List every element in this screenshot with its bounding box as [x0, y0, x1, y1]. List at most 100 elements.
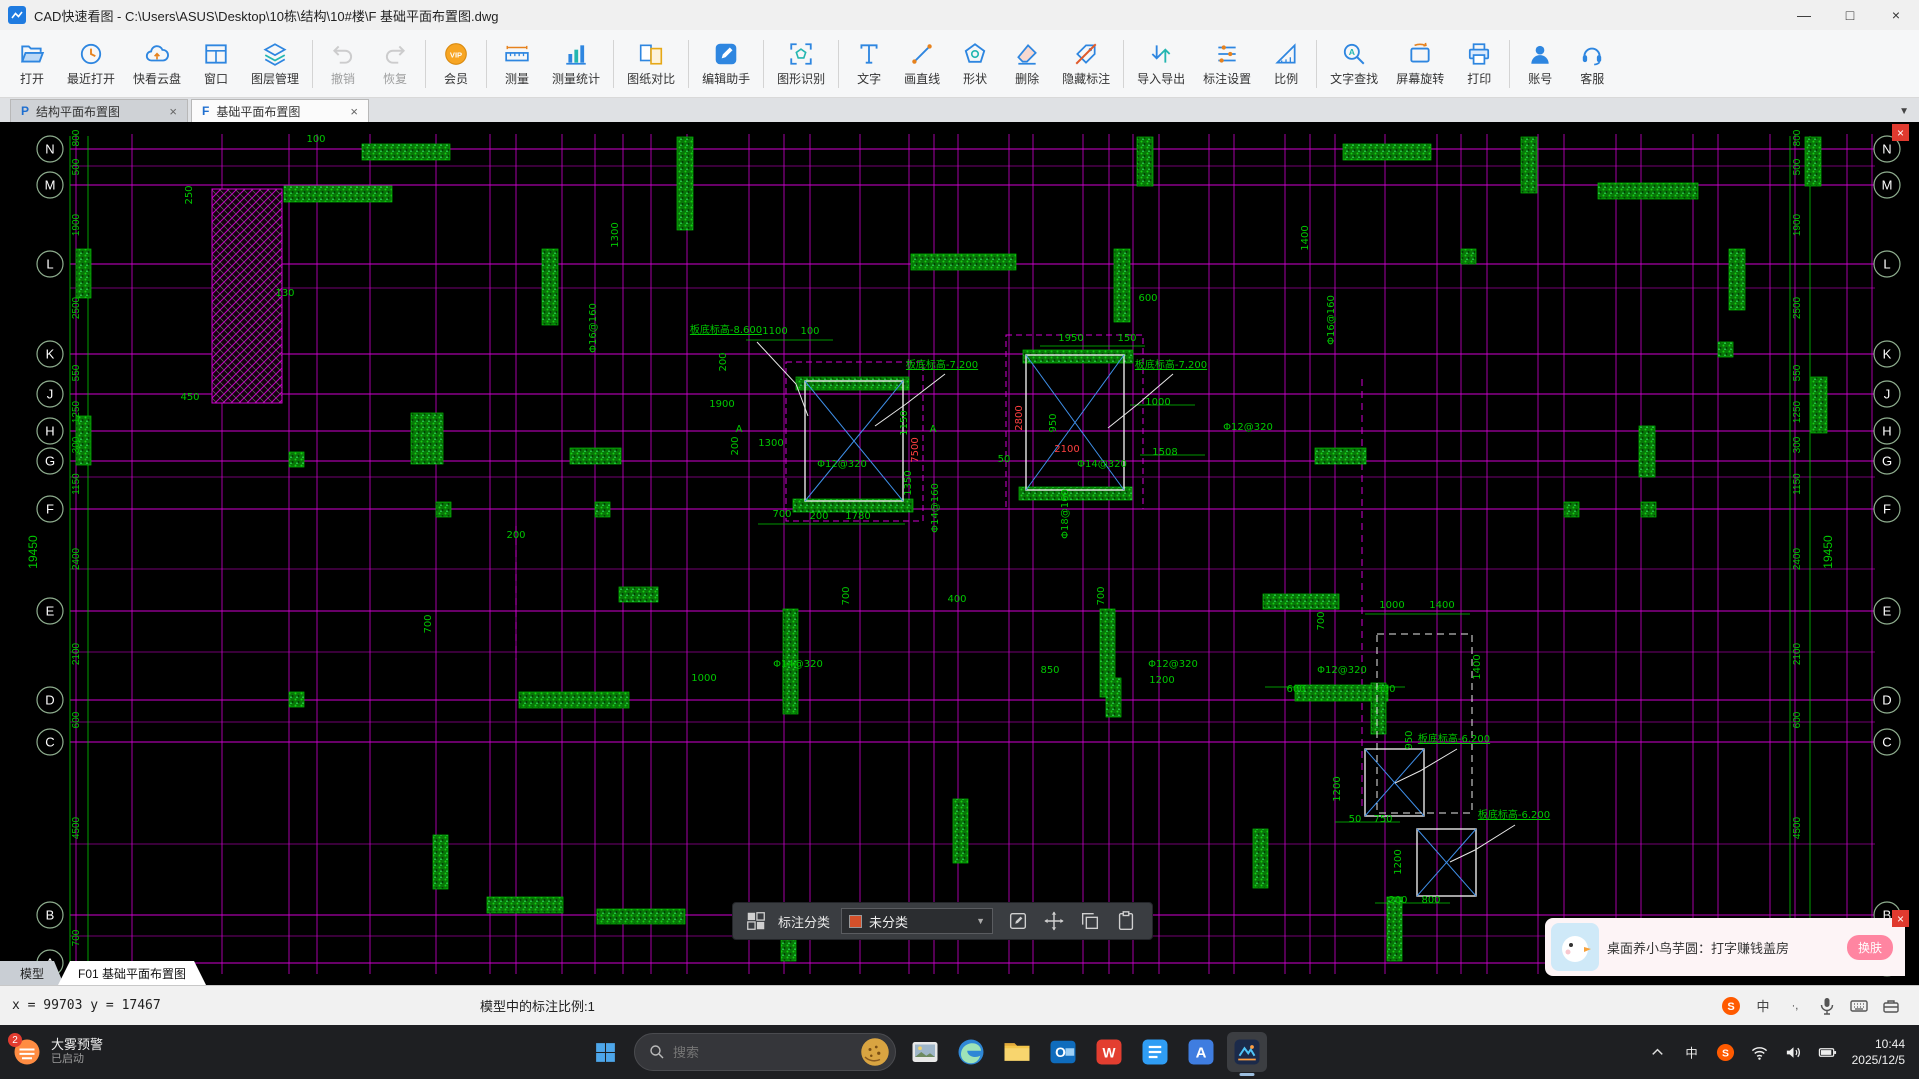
sogou-s-icon[interactable]: S — [1716, 1043, 1735, 1062]
toolbar-redo-button[interactable]: 恢复 — [369, 38, 421, 90]
file-type-letter: P — [21, 104, 29, 118]
toolbar-compare-button[interactable]: 图纸对比 — [618, 38, 684, 90]
close-button[interactable]: × — [1873, 0, 1919, 30]
toolbar-recognize-button[interactable]: 图形识别 — [768, 38, 834, 90]
svg-text:130: 130 — [275, 288, 294, 299]
toolbar-vip-button[interactable]: VIP会员 — [430, 38, 482, 90]
svg-text:1200: 1200 — [1149, 675, 1174, 686]
svg-text:·,: ·, — [1792, 1000, 1799, 1012]
svg-text:600: 600 — [1138, 293, 1157, 304]
toolbar-text-button[interactable]: 文字 — [843, 38, 895, 90]
taskbar-app-edge[interactable] — [951, 1032, 991, 1072]
search-input[interactable] — [673, 1045, 843, 1060]
taskbar-app-wps[interactable]: W — [1089, 1032, 1129, 1072]
toolbar-findtext-button[interactable]: A文字查找 — [1321, 38, 1387, 90]
toolbar-undo-button[interactable]: 撤销 — [317, 38, 369, 90]
cursor-coordinates: x = 99703 y = 17467 — [12, 998, 480, 1013]
classify-select[interactable]: 未分类 ▼ — [841, 908, 993, 934]
toolbar-assistant-button[interactable]: 编辑助手 — [693, 38, 759, 90]
svg-text:板底标高-6.200: 板底标高-6.200 — [1478, 808, 1550, 821]
maximize-button[interactable]: □ — [1827, 0, 1873, 30]
svg-text:Φ14@320: Φ14@320 — [773, 659, 823, 670]
annotation-edit-button[interactable] — [1004, 907, 1032, 935]
svg-text:1300: 1300 — [758, 438, 783, 449]
sheet-tab-1[interactable]: F01 基础平面布置图 — [58, 961, 206, 985]
weather-widget[interactable]: 2 大雾预警 已启动 — [0, 1037, 150, 1067]
svg-text:1900: 1900 — [71, 213, 82, 236]
svg-text:600: 600 — [71, 711, 82, 728]
toolbar-window-button[interactable]: 窗口 — [190, 38, 242, 90]
taskbar-search[interactable] — [634, 1033, 896, 1071]
sheet-tab-0[interactable]: 模型 — [0, 961, 64, 985]
taskbar-app-screenshot[interactable] — [905, 1032, 945, 1072]
toolbar-rotate-button[interactable]: 屏幕旋转 — [1387, 38, 1453, 90]
toolbar-transfer-button[interactable]: 导入导出 — [1128, 38, 1194, 90]
zhong-icon[interactable]: 中 — [1753, 996, 1773, 1016]
taskbar-app-outlook[interactable]: O — [1043, 1032, 1083, 1072]
toolbar-recent-button[interactable]: 最近打开 — [58, 38, 124, 90]
svg-text:Φ18@160: Φ18@160 — [1060, 489, 1071, 539]
wifi-icon[interactable] — [1750, 1043, 1769, 1062]
svg-text:950: 950 — [1404, 730, 1415, 749]
toolbar-account-button[interactable]: 账号 — [1514, 38, 1566, 90]
tab-close-icon[interactable]: × — [350, 104, 358, 119]
svg-text:2500: 2500 — [1792, 296, 1803, 319]
taskbar-app-docs[interactable] — [1135, 1032, 1175, 1072]
annotation-paste-button[interactable] — [1112, 907, 1140, 935]
sogou-s-icon[interactable]: S — [1721, 996, 1741, 1016]
ime-zh-icon[interactable]: 中 — [1682, 1043, 1701, 1062]
chevron-up-icon[interactable] — [1648, 1043, 1667, 1062]
taskbar-app-file-explorer[interactable] — [997, 1032, 1037, 1072]
svg-text:Φ12@320: Φ12@320 — [1148, 659, 1198, 670]
toolbar-separator — [763, 40, 764, 88]
toolbar-line-button[interactable]: 画直线 — [895, 38, 949, 90]
popup-close-icon[interactable]: × — [1892, 910, 1909, 927]
system-tray: 中S 10:44 2025/12/5 — [1648, 1036, 1919, 1068]
toolbar-scale-button[interactable]: 比例 — [1260, 38, 1312, 90]
search-highlight-image[interactable] — [860, 1037, 890, 1067]
annotation-move-button[interactable] — [1040, 907, 1068, 935]
annotation-copy-button[interactable] — [1076, 907, 1104, 935]
toolbar-support-button[interactable]: 客服 — [1566, 38, 1618, 90]
mic-icon[interactable] — [1817, 996, 1837, 1016]
taskbar-app-app-a[interactable]: A — [1181, 1032, 1221, 1072]
toolbar-cloud-button[interactable]: 快看云盘 — [124, 38, 190, 90]
tab-list-caret-icon[interactable]: ▼ — [1899, 106, 1909, 117]
toolbar-stats-button[interactable]: 测量统计 — [543, 38, 609, 90]
battery-icon[interactable] — [1818, 1043, 1837, 1062]
toolbar-annoset-button[interactable]: 标注设置 — [1194, 38, 1260, 90]
punct-icon[interactable]: ·, — [1785, 996, 1805, 1016]
cad-canvas[interactable]: 1002501300130600Φ16@160Φ16@1601400110010… — [0, 122, 1919, 985]
svg-text:W: W — [1103, 1046, 1116, 1061]
layers-icon — [262, 41, 288, 67]
stats-icon — [563, 41, 589, 67]
taskbar-app-cad-viewer[interactable] — [1227, 1032, 1267, 1072]
tab-close-icon[interactable]: × — [169, 104, 177, 119]
svg-text:G: G — [45, 454, 55, 469]
doc-tab-P[interactable]: P结构平面布置图× — [10, 99, 188, 122]
toolbar-hide-button[interactable]: 隐藏标注 — [1053, 38, 1119, 90]
canvas-close-icon[interactable]: × — [1892, 124, 1909, 141]
start-button[interactable] — [585, 1032, 625, 1072]
doc-tab-F[interactable]: F基础平面布置图× — [191, 99, 369, 122]
volume-icon[interactable] — [1784, 1043, 1803, 1062]
popup-skin-button[interactable]: 换肤 — [1847, 935, 1893, 960]
keyboard-icon[interactable] — [1849, 996, 1869, 1016]
toolbar-layers-button[interactable]: 图层管理 — [242, 38, 308, 90]
minimize-button[interactable]: — — [1781, 0, 1827, 30]
svg-text:2800: 2800 — [1014, 405, 1025, 430]
window-controls: —□× — [1781, 0, 1919, 30]
toolbar-measure-button[interactable]: 测量 — [491, 38, 543, 90]
document-tab-bar: P结构平面布置图×F基础平面布置图× ▼ — [0, 98, 1919, 122]
toolbar-print-button[interactable]: 打印 — [1453, 38, 1505, 90]
scale-icon — [1273, 41, 1299, 67]
svg-text:1000: 1000 — [1145, 397, 1170, 408]
toolbar-open-button[interactable]: 打开 — [6, 38, 58, 90]
taskbar-clock[interactable]: 10:44 2025/12/5 — [1852, 1036, 1905, 1068]
toolbar-shape-button[interactable]: 形状 — [949, 38, 1001, 90]
svg-text:200: 200 — [718, 352, 729, 371]
svg-text:D: D — [1882, 693, 1891, 708]
line-icon — [909, 41, 935, 67]
toolbar-erase-button[interactable]: 删除 — [1001, 38, 1053, 90]
toolbox-icon[interactable] — [1881, 996, 1901, 1016]
